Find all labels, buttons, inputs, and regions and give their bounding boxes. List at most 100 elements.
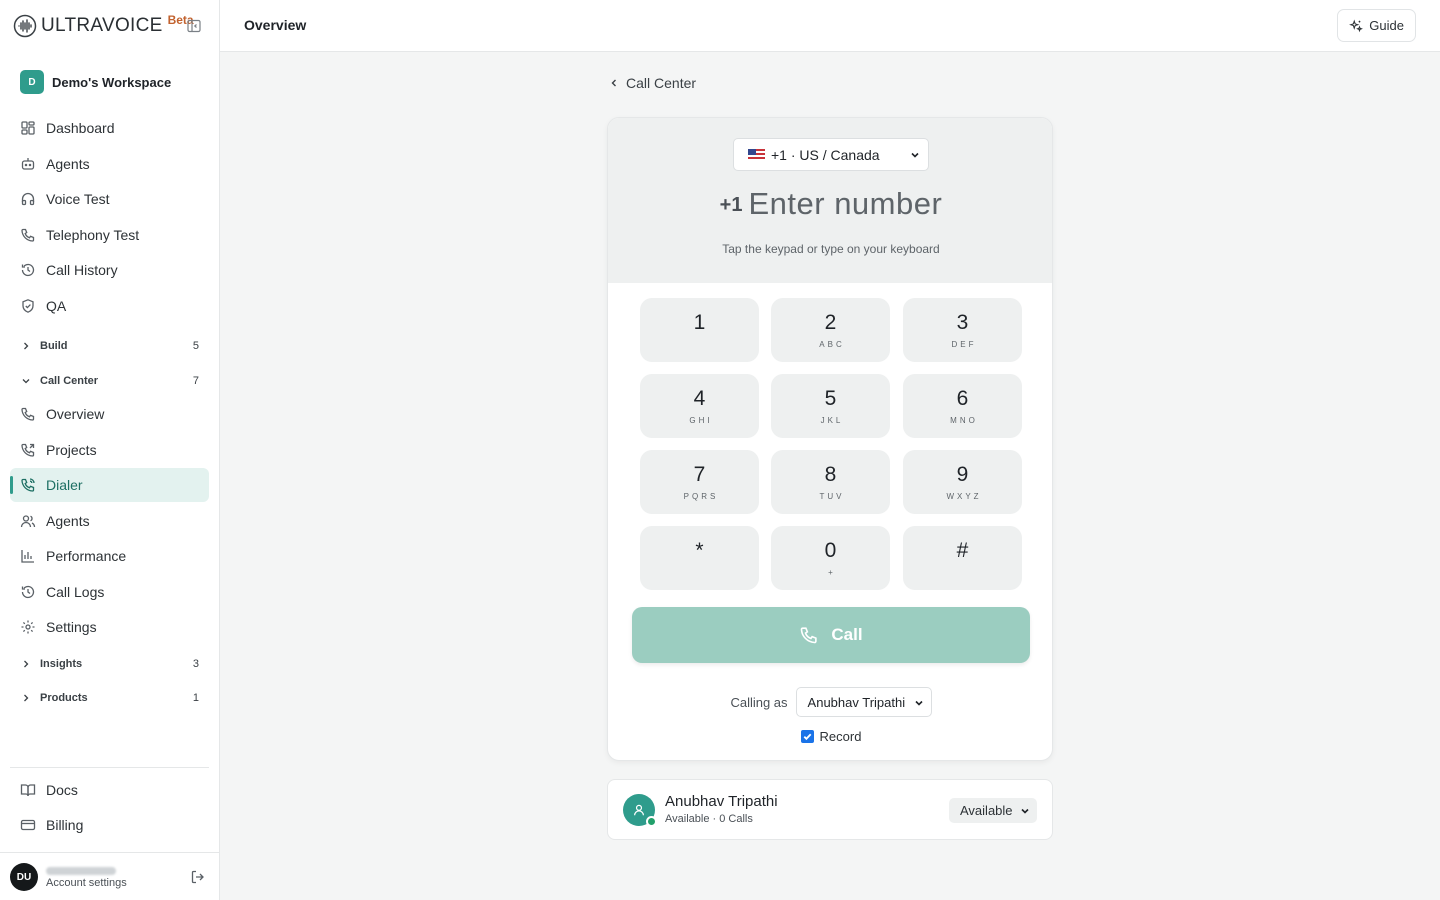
phone-icon [801,627,818,644]
chevron-down-icon [22,379,30,384]
calling-as-label: Calling as [730,694,788,710]
keypad-key-1[interactable]: 1 [640,298,759,362]
key-digit: 2 [824,311,837,334]
availability-select[interactable]: Available [949,798,1037,823]
key-letters: TUV [819,492,845,501]
key-digit: 9 [956,463,969,486]
sidebar-item-voice-test[interactable]: Voice Test [10,182,209,216]
chevron-right-icon [24,694,29,702]
back-link-label: Call Center [626,75,697,91]
keypad-key-2[interactable]: 2 ABC [771,298,890,362]
logout-icon[interactable] [190,869,206,885]
keypad-key-4[interactable]: 4 GHI [640,374,759,438]
us-flag-icon [748,148,765,161]
key-digit: 6 [956,387,969,410]
section-insights[interactable]: Insights 3 [10,652,209,676]
key-digit: 8 [824,463,837,486]
page-title: Overview [244,17,307,33]
sidebar-item-label: Projects [46,442,97,458]
section-count: 7 [192,375,199,387]
chevron-left-icon [611,79,616,87]
keypad-key-5[interactable]: 5 JKL [771,374,890,438]
sidebar-item-telephony-test[interactable]: Telephony Test [10,218,209,252]
chevron-right-icon [24,342,29,350]
workspace-name: Demo's Workspace [52,74,172,90]
chevron-down-icon [1021,808,1029,814]
section-label: Insights [40,658,83,670]
history-icon [21,263,35,277]
country-code-value: +1 · US / Canada [771,146,880,163]
keypad-key-3[interactable]: 3 DEF [903,298,1022,362]
key-letters: MNO [950,416,978,425]
section-label: Products [40,692,88,704]
sidebar-item-overview[interactable]: Overview [10,397,209,431]
sidebar-item-performance[interactable]: Performance [10,539,209,573]
sidebar-item-dialer[interactable]: Dialer [10,468,209,502]
section-build[interactable]: Build 5 [10,334,209,358]
sidebar-item-label: Dashboard [46,120,115,136]
sidebar-item-projects[interactable]: Projects [10,433,209,467]
keypad-key-0[interactable]: 0 + [771,526,890,590]
key-digit: 7 [693,463,706,486]
record-toggle[interactable]: Record [608,729,1052,744]
sidebar-item-label: Dialer [46,477,83,493]
section-call-center[interactable]: Call Center 7 [10,369,209,393]
headphones-icon [21,192,35,206]
keypad-key-8[interactable]: 8 TUV [771,450,890,514]
phone-number-input[interactable]: Enter number [748,186,942,221]
sidebar-collapse-icon[interactable] [186,18,202,34]
keypad-key-hash[interactable]: # [903,526,1022,590]
sidebar-item-label: Call History [46,262,118,278]
key-digit: 3 [956,311,969,334]
number-entry[interactable]: +1 Enter number [608,186,1052,222]
country-code-select[interactable]: +1 · US / Canada [733,138,929,171]
agent-name: Anubhav Tripathi [665,793,778,810]
back-to-call-center-link[interactable]: Call Center [608,75,696,91]
phone-icon [21,407,35,421]
key-letters: GHI [689,416,713,425]
calling-as-select[interactable]: Anubhav Tripathi [795,687,932,717]
sidebar-item-label: Docs [46,782,78,798]
section-count: 3 [192,658,199,670]
key-digit: 5 [824,387,837,410]
sidebar-item-label: Performance [46,548,127,564]
sidebar-item-dashboard[interactable]: Dashboard [10,111,209,145]
sidebar-item-docs[interactable]: Docs [10,773,209,807]
keypad-key-7[interactable]: 7 PQRS [640,450,759,514]
workspace-avatar: D [20,70,44,94]
sidebar-item-agents[interactable]: Agents [10,147,209,181]
sidebar-item-label: Telephony Test [46,227,140,243]
sidebar-item-call-logs[interactable]: Call Logs [10,575,209,609]
account-settings-link[interactable]: Account settings [46,877,127,889]
sidebar-item-label: Overview [46,406,105,422]
section-products[interactable]: Products 1 [10,686,209,710]
phone-call-icon [21,478,35,492]
keypad-key-6[interactable]: 6 MNO [903,374,1022,438]
users-icon [20,515,36,528]
sidebar-item-label: Billing [46,817,84,833]
section-count: 5 [192,340,199,352]
keypad-hint: Tap the keypad or type on your keyboard [722,242,940,256]
credit-card-icon [20,819,36,831]
account-email-redacted [46,867,116,875]
sidebar-item-label: QA [46,298,67,314]
keypad-key-star[interactable]: * [640,526,759,590]
sidebar-item-label: Agents [46,513,90,529]
gear-icon [21,620,35,634]
sidebar-item-settings[interactable]: Settings [10,610,209,644]
user-icon [634,804,644,816]
account-section[interactable]: DU Account settings [0,852,219,900]
call-button[interactable]: Call [632,607,1030,663]
sidebar: ULTRAVOICE Beta D Demo's Workspace Dashb… [0,0,220,900]
guide-button[interactable]: Guide [1337,9,1416,42]
keypad-key-9[interactable]: 9 WXYZ [903,450,1022,514]
brand-name: ULTRAVOICE [41,15,163,36]
sidebar-item-call-history[interactable]: Call History [10,253,209,287]
sidebar-item-cc-agents[interactable]: Agents [10,504,209,538]
sidebar-item-qa[interactable]: QA [10,289,209,323]
workspace-switcher[interactable]: D Demo's Workspace [12,65,208,99]
sidebar-item-billing[interactable]: Billing [10,808,209,842]
record-checkbox[interactable] [800,730,814,743]
brand[interactable]: ULTRAVOICE Beta [13,12,194,40]
agent-status-line: Available · 0 Calls [665,813,753,825]
